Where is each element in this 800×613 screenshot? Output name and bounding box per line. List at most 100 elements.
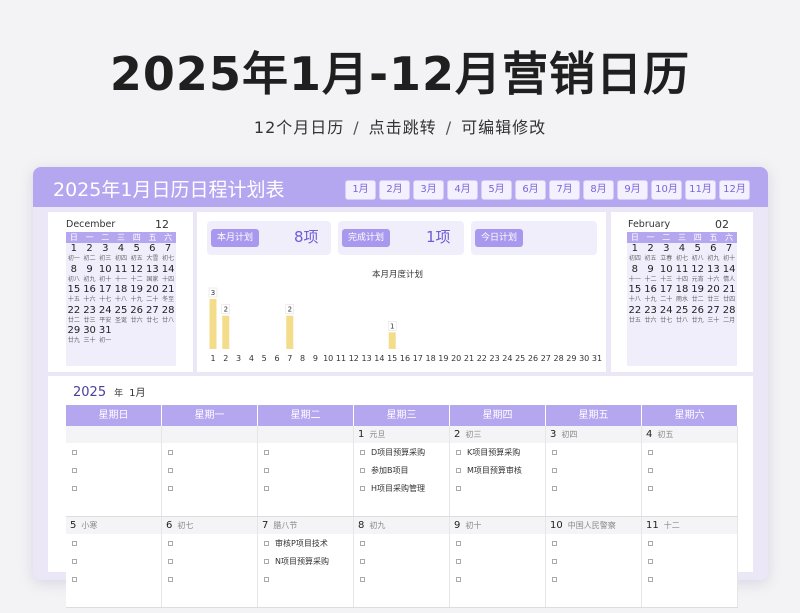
month-tab-3[interactable]: 3月 <box>413 180 444 200</box>
month-tab-12[interactable]: 12月 <box>719 180 750 200</box>
mini-day-cell[interactable]: 21 廿四 <box>721 284 737 305</box>
mini-day-cell[interactable]: 1 初一 <box>66 243 82 264</box>
month-tab-10[interactable]: 10月 <box>651 180 682 200</box>
mini-day-cell[interactable] <box>97 346 113 367</box>
mini-day-cell[interactable]: 6 初九 <box>706 243 722 264</box>
mini-day-cell[interactable]: 25 圣诞 <box>113 305 129 326</box>
mini-day-cell[interactable]: 19 廿二 <box>690 284 706 305</box>
day-cell[interactable]: 1 元旦 D项目预算采购 参加B项目 H项目采购管理 <box>354 426 450 516</box>
task-checkbox[interactable] <box>72 485 77 491</box>
mini-day-cell[interactable]: 11 十四 <box>674 264 690 285</box>
day-cell[interactable]: 9 初十 <box>450 517 546 607</box>
mini-day-cell[interactable] <box>113 346 129 367</box>
mini-day-cell[interactable]: 11 十一 <box>113 264 129 285</box>
mini-day-cell[interactable]: 2 初五 <box>643 243 659 264</box>
mini-day-cell[interactable]: 17 二十 <box>658 284 674 305</box>
mini-day-cell[interactable]: 7 初七 <box>160 243 176 264</box>
mini-day-cell[interactable]: 3 初三 <box>97 243 113 264</box>
mini-day-cell[interactable] <box>643 325 659 346</box>
mini-day-cell[interactable]: 27 三十 <box>706 305 722 326</box>
task-checkbox[interactable] <box>168 449 173 455</box>
task-checkbox[interactable] <box>648 485 653 491</box>
mini-day-cell[interactable]: 3 立春 <box>658 243 674 264</box>
mini-day-cell[interactable]: 27 廿七 <box>145 305 161 326</box>
mini-day-cell[interactable] <box>160 346 176 367</box>
mini-day-cell[interactable]: 24 平安 <box>97 305 113 326</box>
mini-day-cell[interactable]: 25 廿八 <box>674 305 690 326</box>
task-checkbox[interactable] <box>264 485 269 491</box>
mini-day-cell[interactable] <box>129 346 145 367</box>
day-cell[interactable]: 2 初三 K项目预算采购 M项目预算审核 <box>450 426 546 516</box>
mini-day-cell[interactable]: 16 十六 <box>82 284 98 305</box>
task-checkbox[interactable] <box>72 558 77 564</box>
mini-day-cell[interactable]: 10 初十 <box>97 264 113 285</box>
mini-day-cell[interactable] <box>643 346 659 367</box>
task-checkbox[interactable] <box>264 449 269 455</box>
task-checkbox[interactable] <box>72 467 77 473</box>
task-text[interactable]: N项目预算采购 <box>275 556 329 567</box>
task-checkbox[interactable] <box>360 467 365 473</box>
mini-day-cell[interactable]: 26 廿九 <box>690 305 706 326</box>
mini-day-cell[interactable] <box>706 325 722 346</box>
mini-day-cell[interactable]: 26 廿六 <box>129 305 145 326</box>
task-checkbox[interactable] <box>168 467 173 473</box>
mini-day-cell[interactable]: 2 初二 <box>82 243 98 264</box>
mini-day-cell[interactable] <box>674 325 690 346</box>
month-tab-1[interactable]: 1月 <box>345 180 376 200</box>
mini-day-cell[interactable]: 23 廿六 <box>643 305 659 326</box>
month-tab-7[interactable]: 7月 <box>549 180 580 200</box>
task-checkbox[interactable] <box>72 540 77 546</box>
task-checkbox[interactable] <box>456 540 461 546</box>
month-tab-4[interactable]: 4月 <box>447 180 478 200</box>
task-checkbox[interactable] <box>72 576 77 582</box>
task-checkbox[interactable] <box>456 485 461 491</box>
task-checkbox[interactable] <box>264 467 269 473</box>
task-checkbox[interactable] <box>264 540 269 546</box>
mini-day-cell[interactable]: 12 十二 <box>129 264 145 285</box>
mini-day-cell[interactable]: 28 二月 <box>721 305 737 326</box>
day-cell[interactable]: 11 十二 <box>642 517 738 607</box>
task-checkbox[interactable] <box>648 467 653 473</box>
mini-day-cell[interactable]: 13 十六 <box>706 264 722 285</box>
mini-day-cell[interactable]: 14 十四 <box>160 264 176 285</box>
task-checkbox[interactable] <box>264 558 269 564</box>
mini-day-cell[interactable]: 20 二十 <box>145 284 161 305</box>
task-checkbox[interactable] <box>168 558 173 564</box>
mini-day-cell[interactable]: 18 雨水 <box>674 284 690 305</box>
day-cell[interactable]: 8 初九 <box>354 517 450 607</box>
day-cell[interactable]: 7 腊八节 审核P项目技术 N项目预算采购 <box>258 517 354 607</box>
mini-day-cell[interactable]: 6 大雪 <box>145 243 161 264</box>
task-text[interactable]: D项目预算采购 <box>371 447 425 458</box>
task-text[interactable]: M项目预算审核 <box>467 465 522 476</box>
day-cell[interactable]: 6 初七 <box>162 517 258 607</box>
mini-day-cell[interactable]: 16 十九 <box>643 284 659 305</box>
mini-day-cell[interactable]: 5 初五 <box>129 243 145 264</box>
task-checkbox[interactable] <box>552 576 557 582</box>
mini-day-cell[interactable]: 18 十八 <box>113 284 129 305</box>
task-checkbox[interactable] <box>168 576 173 582</box>
mini-day-cell[interactable] <box>658 325 674 346</box>
mini-day-cell[interactable] <box>690 346 706 367</box>
mini-day-cell[interactable]: 31 初一 <box>97 325 113 346</box>
mini-day-cell[interactable]: 30 三十 <box>82 325 98 346</box>
mini-day-cell[interactable] <box>82 346 98 367</box>
task-checkbox[interactable] <box>552 449 557 455</box>
mini-day-cell[interactable]: 12 元宵 <box>690 264 706 285</box>
mini-day-cell[interactable]: 24 廿七 <box>658 305 674 326</box>
month-tab-2[interactable]: 2月 <box>379 180 410 200</box>
task-checkbox[interactable] <box>360 558 365 564</box>
mini-day-cell[interactable] <box>145 325 161 346</box>
task-checkbox[interactable] <box>552 485 557 491</box>
next-mini-calendar[interactable]: 日 一 二 三 四 五 六 1 初四 2 初五 3 立春 4 初七 5 初八 6 初九 7 初十 8 十一 9 十… <box>627 232 737 366</box>
mini-day-cell[interactable]: 21 冬至 <box>160 284 176 305</box>
mini-day-cell[interactable]: 28 廿八 <box>160 305 176 326</box>
mini-day-cell[interactable]: 22 廿二 <box>66 305 82 326</box>
mini-day-cell[interactable] <box>627 346 643 367</box>
day-cell[interactable] <box>258 426 354 516</box>
task-checkbox[interactable] <box>456 558 461 564</box>
day-cell[interactable] <box>162 426 258 516</box>
task-checkbox[interactable] <box>552 558 557 564</box>
month-tab-8[interactable]: 8月 <box>583 180 614 200</box>
mini-day-cell[interactable]: 29 廿九 <box>66 325 82 346</box>
month-tab-5[interactable]: 5月 <box>481 180 512 200</box>
